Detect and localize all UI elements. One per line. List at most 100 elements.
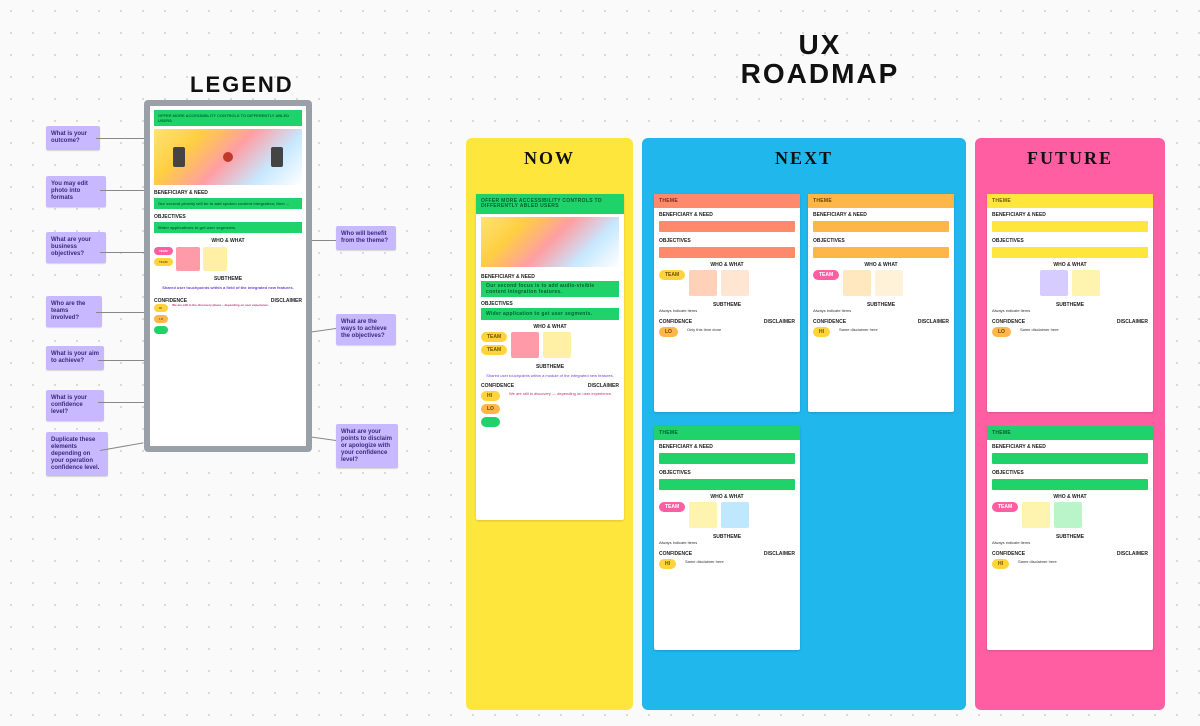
beneficiary-label: BENEFICIARY & NEED (987, 440, 1153, 451)
legend-subtheme-body: Shared user touchpoints within a field o… (154, 285, 302, 290)
chip[interactable] (843, 270, 871, 296)
sticky-involved[interactable]: Who are the teams involved? (46, 296, 102, 327)
team-tag[interactable]: TEAM (992, 502, 1018, 512)
connector (98, 360, 144, 361)
objectives-label: OBJECTIVES (654, 466, 800, 477)
confidence-label: CONFIDENCE (659, 319, 692, 325)
legend-title: LEGEND (190, 72, 294, 98)
confidence-hi[interactable]: HI (481, 391, 500, 401)
chip[interactable] (543, 332, 571, 358)
legend-go-pill[interactable] (154, 326, 168, 334)
subtheme-body: Always indicate items (654, 540, 800, 549)
sticky-business[interactable]: What are your business objectives? (46, 232, 106, 263)
team-tag[interactable]: TEAM (481, 345, 507, 355)
chip[interactable] (689, 270, 717, 296)
disclaimer-body: Only this time done (682, 327, 795, 337)
legend-team-pill[interactable]: TEAM (154, 247, 173, 255)
connector (310, 240, 336, 241)
chip[interactable] (1022, 502, 1050, 528)
column-now-header: NOW (466, 138, 633, 178)
confidence-pill[interactable]: HI (659, 559, 676, 569)
chip[interactable] (511, 332, 539, 358)
sticky-aim[interactable]: What is your aim to achieve? (46, 346, 104, 370)
card-future-1[interactable]: THEME BENEFICIARY & NEED OBJECTIVES WHO … (987, 194, 1153, 412)
legend-who-heading: WHO & WHAT (154, 238, 302, 244)
team-tag[interactable]: TEAM (813, 270, 839, 280)
legend-card[interactable]: OFFER MORE ACCESSIBILITY CONTROLS TO DIF… (144, 100, 312, 452)
disclaimer-label: DISCLAIMER (588, 383, 619, 389)
sticky-disclaimer[interactable]: What are your points to disclaim or apol… (336, 424, 398, 468)
legend-beneficiary-body: Our second priority will be to add spoke… (154, 198, 302, 209)
beneficiary-slot[interactable] (659, 453, 795, 464)
chip[interactable] (1040, 270, 1068, 296)
card-future-2[interactable]: THEME BENEFICIARY & NEED OBJECTIVES WHO … (987, 426, 1153, 650)
legend-chip[interactable] (203, 247, 227, 271)
sticky-format[interactable]: You may edit photo into formats (46, 176, 106, 207)
legend-objectives-body: Wider applications to get user segments. (154, 222, 302, 233)
legend-objectives-heading: OBJECTIVES (154, 214, 302, 220)
subtheme-body: Always indicate items (654, 308, 800, 317)
connector (96, 138, 144, 139)
subtheme-body: Always indicate items (987, 540, 1153, 549)
objectives-slot[interactable] (659, 479, 795, 490)
theme-bar: OFFER MORE ACCESSIBILITY CONTROLS TO DIF… (476, 194, 624, 214)
legend-subtheme-heading: SUBTHEME (154, 276, 302, 282)
sticky-benefit[interactable]: Who will benefit from the theme? (336, 226, 396, 250)
chip[interactable] (1054, 502, 1082, 528)
beneficiary-slot[interactable] (813, 221, 949, 232)
objectives-slot[interactable] (992, 247, 1148, 258)
legend-lo-pill[interactable]: LO (154, 315, 168, 323)
confidence-lo[interactable]: LO (481, 404, 500, 414)
sticky-outcome[interactable]: What is your outcome? (46, 126, 100, 150)
beneficiary-label: BENEFICIARY & NEED (808, 208, 954, 219)
column-next-header: NEXT (642, 138, 966, 178)
theme-bar: THEME (808, 194, 954, 208)
disclaimer-body: Same disclaimer here (680, 559, 795, 569)
confidence-pill[interactable]: HI (992, 559, 1009, 569)
objectives-slot[interactable] (659, 247, 795, 258)
beneficiary-slot[interactable] (659, 221, 795, 232)
team-tag[interactable]: TEAM (659, 502, 685, 512)
card-next-1[interactable]: THEME BENEFICIARY & NEED OBJECTIVES WHO … (654, 194, 800, 412)
connector (100, 190, 144, 191)
card-next-3[interactable]: THEME BENEFICIARY & NEED OBJECTIVES WHO … (654, 426, 800, 650)
disclaimer-label: DISCLAIMER (918, 319, 949, 325)
theme-bar: THEME (654, 194, 800, 208)
beneficiary-label: BENEFICIARY & NEED (654, 208, 800, 219)
confidence-go[interactable] (481, 417, 500, 427)
team-tag[interactable]: TEAM (659, 270, 685, 280)
chip[interactable] (875, 270, 903, 296)
card-now[interactable]: OFFER MORE ACCESSIBILITY CONTROLS TO DIF… (476, 194, 624, 520)
confidence-pill[interactable]: LO (992, 327, 1011, 337)
connector (98, 402, 144, 403)
beneficiary-label: BENEFICIARY & NEED (987, 208, 1153, 219)
chip[interactable] (721, 270, 749, 296)
disclaimer-body: We are still in discovery — depending on… (504, 391, 619, 427)
beneficiary-body: Our second focus is to add audio-visible… (481, 281, 619, 297)
hero-image (481, 217, 619, 267)
chip[interactable] (1072, 270, 1100, 296)
sticky-confidence[interactable]: What is your confidence level? (46, 390, 104, 421)
sticky-duplicate[interactable]: Duplicate these elements depending on yo… (46, 432, 108, 476)
objectives-slot[interactable] (813, 247, 949, 258)
confidence-label: CONFIDENCE (992, 319, 1025, 325)
objectives-slot[interactable] (992, 479, 1148, 490)
legend-team-pill-2[interactable]: TEAM (154, 258, 173, 266)
confidence-pill[interactable]: LO (659, 327, 678, 337)
disclaimer-label: DISCLAIMER (1117, 319, 1148, 325)
roadmap-title: UX ROADMAP (700, 30, 940, 89)
objectives-label: OBJECTIVES (654, 234, 800, 245)
legend-hi-pill[interactable]: HI (154, 304, 168, 312)
confidence-pill[interactable]: HI (813, 327, 830, 337)
sticky-ways[interactable]: What are the ways to achieve the objecti… (336, 314, 396, 345)
chip[interactable] (721, 502, 749, 528)
card-next-2[interactable]: THEME BENEFICIARY & NEED OBJECTIVES WHO … (808, 194, 954, 412)
team-tag[interactable]: TEAM (481, 332, 507, 342)
theme-bar: THEME (654, 426, 800, 440)
legend-image (154, 129, 302, 185)
legend-chip[interactable] (176, 247, 200, 271)
beneficiary-slot[interactable] (992, 221, 1148, 232)
chip[interactable] (689, 502, 717, 528)
legend-disclaimer-body: We are still in the discovery phase – de… (172, 304, 268, 334)
beneficiary-slot[interactable] (992, 453, 1148, 464)
